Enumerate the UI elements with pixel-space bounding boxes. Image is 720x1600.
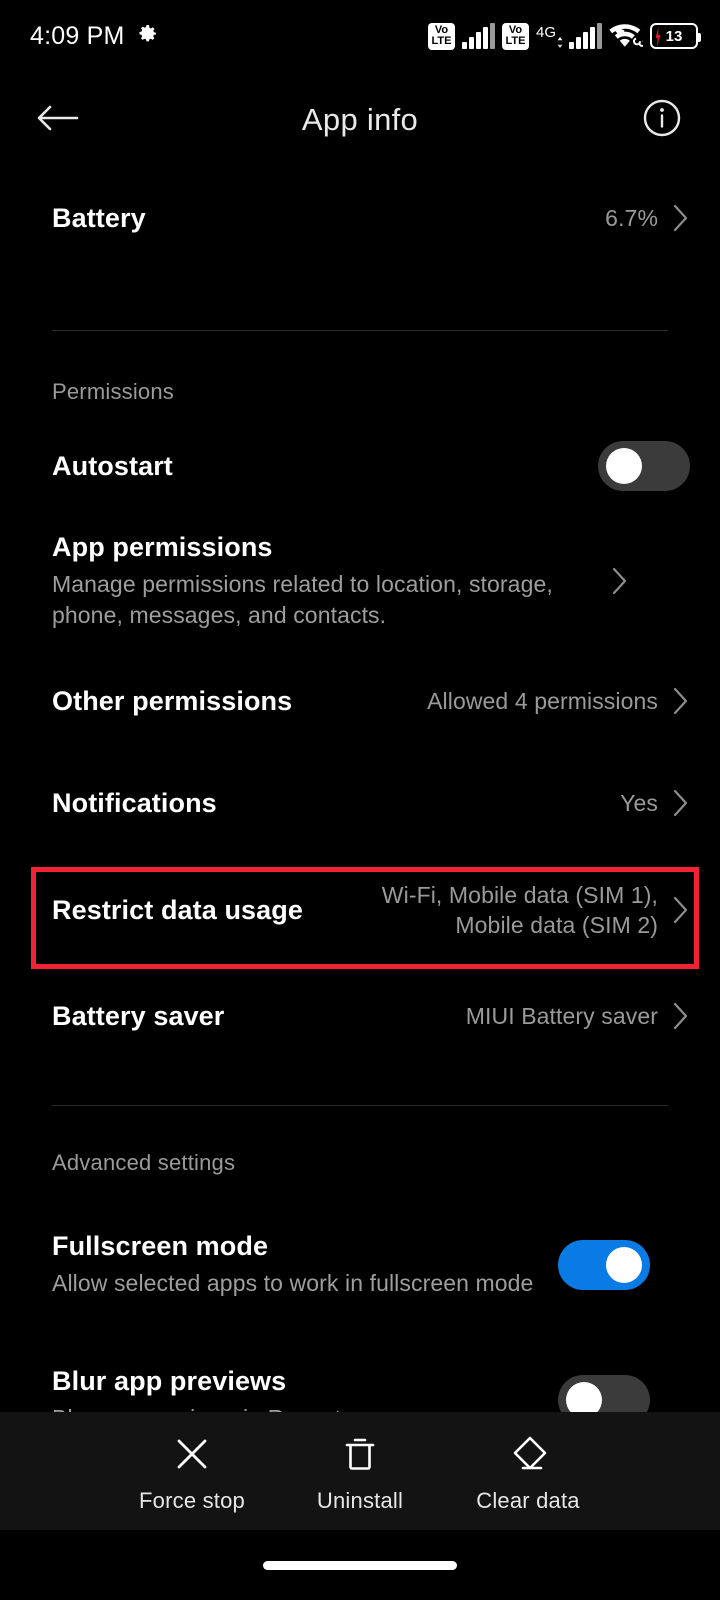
volte-sim2-icon: Vo LTE (501, 22, 529, 50)
row-battery-saver-value: MIUI Battery saver (465, 1002, 658, 1029)
fullscreen-mode-toggle[interactable] (558, 1240, 650, 1290)
clear-data-label: Clear data (476, 1488, 580, 1513)
settings-list[interactable]: Battery 6.7% Permissions Autostart App p… (0, 168, 720, 1412)
chevron-right-icon (672, 1001, 690, 1031)
row-other-permissions-title: Other permissions (52, 685, 293, 716)
row-blur-app-previews-subtitle: Blur app previews in Recents (52, 1403, 542, 1412)
status-bar-left: 4:09 PM (30, 22, 159, 51)
chevron-right-icon (672, 203, 690, 233)
row-fullscreen-mode-subtitle: Allow selected apps to work in fullscree… (52, 1270, 534, 1297)
row-restrict-data-usage-title: Restrict data usage (52, 894, 303, 925)
battery-icon: 13 (650, 23, 701, 49)
row-battery-saver-title: Battery saver (52, 1000, 225, 1031)
back-arrow-icon (37, 102, 79, 139)
battery-level-label: 13 (665, 27, 683, 45)
row-app-permissions-subtitle: Manage permissions related to location, … (52, 571, 553, 628)
status-bar: 4:09 PM Vo LTE Vo LTE 4G 13 (0, 0, 720, 72)
row-blur-app-previews-title: Blur app previews (52, 1366, 287, 1397)
row-notifications-value: Yes (620, 789, 658, 816)
force-stop-button[interactable]: Force stop (137, 1434, 247, 1514)
info-icon (642, 98, 682, 143)
row-fullscreen-mode[interactable]: Fullscreen mode Allow selected apps to w… (0, 1190, 720, 1340)
page-title: App info (301, 102, 419, 137)
chevron-right-icon (672, 686, 690, 716)
section-label-permissions: Permissions (52, 379, 175, 404)
gear-icon (135, 22, 159, 51)
mobile-data-sim2-icon: 4G (536, 23, 602, 49)
data-arrows-icon (557, 23, 567, 49)
row-autostart-title: Autostart (52, 450, 173, 481)
chevron-right-icon (672, 788, 690, 818)
force-stop-label: Force stop (139, 1488, 245, 1513)
chevron-right-icon (672, 895, 690, 925)
app-info-button[interactable] (632, 90, 692, 150)
autostart-toggle[interactable] (598, 441, 690, 491)
row-fullscreen-mode-title: Fullscreen mode (52, 1231, 269, 1262)
eraser-icon (508, 1434, 548, 1479)
row-battery-value: 6.7% (605, 204, 658, 231)
status-bar-right: Vo LTE Vo LTE 4G 13 (427, 20, 701, 52)
app-bar: App info (0, 72, 720, 168)
network-type-label: 4G (535, 24, 556, 41)
battery-low-indicator-icon (655, 27, 661, 47)
home-gesture-pill[interactable] (263, 1560, 457, 1570)
uninstall-label: Uninstall (316, 1488, 404, 1513)
uninstall-button[interactable]: Uninstall (305, 1434, 415, 1514)
row-notifications[interactable]: Notifications Yes (0, 751, 720, 855)
close-x-icon (172, 1434, 212, 1479)
row-app-permissions-title: App permissions (52, 532, 273, 563)
blur-app-previews-toggle[interactable] (558, 1375, 650, 1412)
row-notifications-title: Notifications (52, 787, 217, 818)
clear-data-button[interactable]: Clear data (473, 1434, 583, 1514)
row-battery-title: Battery (52, 202, 146, 233)
status-bar-clock: 4:09 PM (30, 21, 125, 50)
row-restrict-data-usage-value: Wi-Fi, Mobile data (SIM 1), Mobile data … (381, 881, 658, 938)
bottom-action-bar: Force stop Uninstall Clear data (0, 1412, 720, 1530)
row-autostart[interactable]: Autostart (0, 421, 720, 511)
signal-bars-sim1-icon (461, 23, 495, 49)
row-battery-saver[interactable]: Battery saver MIUI Battery saver (0, 965, 720, 1067)
row-restrict-data-usage[interactable]: Restrict data usage Wi-Fi, Mobile data (… (0, 855, 720, 965)
back-button[interactable] (28, 90, 88, 150)
system-navigation-bar (0, 1530, 720, 1600)
row-other-permissions[interactable]: Other permissions Allowed 4 permissions (0, 651, 720, 751)
volte-sim1-icon: Vo LTE (427, 22, 455, 50)
trash-icon (340, 1434, 380, 1479)
row-battery[interactable]: Battery 6.7% (0, 168, 720, 268)
wifi-icon (609, 20, 646, 52)
row-blur-app-previews[interactable]: Blur app previews Blur app previews in R… (0, 1340, 720, 1412)
chevron-right-icon (611, 566, 629, 596)
section-label-advanced-settings: Advanced settings (52, 1150, 236, 1175)
row-other-permissions-value: Allowed 4 permissions (427, 687, 658, 714)
row-app-permissions[interactable]: App permissions Manage permissions relat… (0, 511, 720, 651)
